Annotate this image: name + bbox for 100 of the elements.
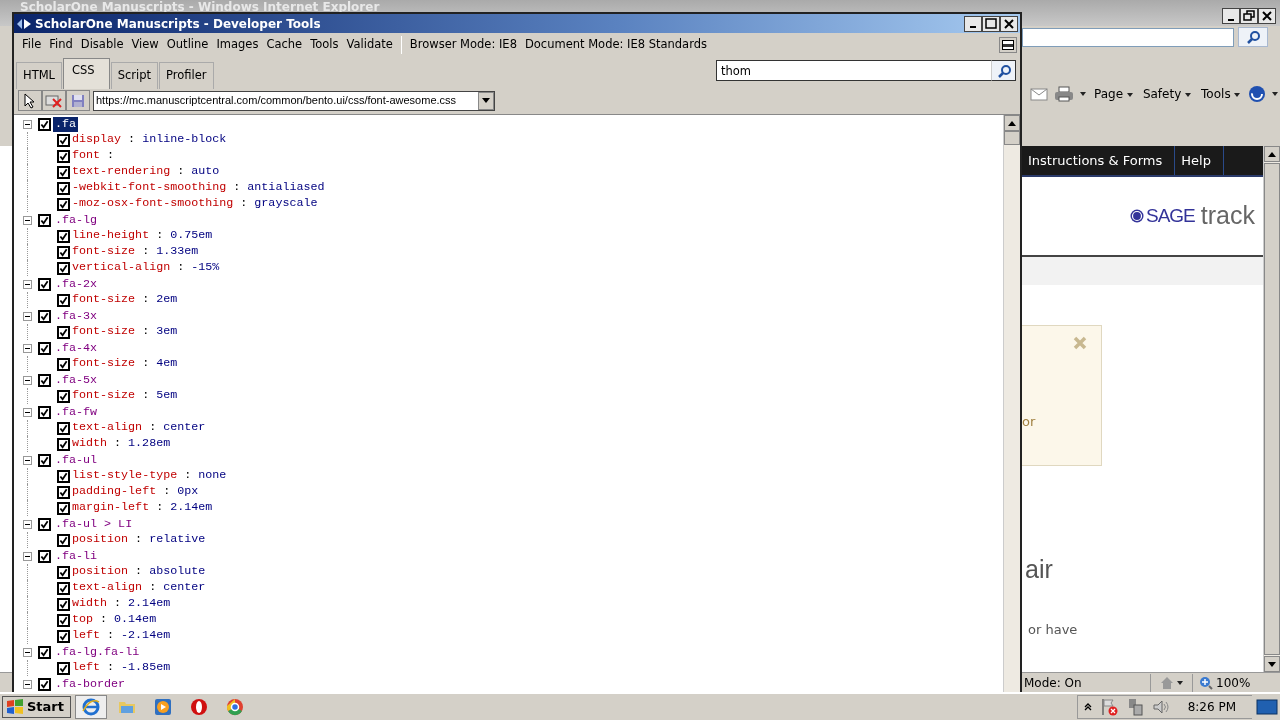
selector-text[interactable]: .fa-3x [53, 308, 100, 324]
property-value[interactable]: center [163, 579, 206, 597]
checkbox[interactable] [57, 149, 70, 163]
checkbox[interactable] [57, 597, 70, 611]
checkbox[interactable] [38, 549, 51, 563]
property-name[interactable]: text-rendering [72, 163, 171, 181]
property-name[interactable]: font-size [72, 291, 136, 309]
flag-icon[interactable] [1099, 698, 1118, 716]
property-name[interactable]: -webkit-font-smoothing [72, 179, 227, 197]
menu-button[interactable]: Page [1092, 85, 1135, 103]
checkbox[interactable] [57, 197, 70, 211]
property-value[interactable]: 1.28em [128, 435, 171, 453]
property-name[interactable]: -moz-osx-font-smoothing [72, 195, 234, 213]
property-name[interactable]: line-height [72, 227, 150, 245]
property-value[interactable]: 2em [156, 291, 178, 309]
menu-item[interactable]: File [18, 35, 46, 54]
checkbox[interactable] [38, 309, 51, 323]
minimize-button[interactable] [1222, 8, 1240, 24]
restore-button[interactable] [1240, 8, 1258, 24]
collapse-icon[interactable] [23, 679, 32, 689]
property-value[interactable]: 0px [177, 483, 199, 501]
property-value[interactable]: 5em [156, 387, 178, 405]
start-button[interactable]: Start [2, 696, 71, 718]
mail-icon[interactable] [1030, 87, 1048, 101]
property-value[interactable]: auto [191, 163, 220, 181]
collapse-icon[interactable] [23, 119, 32, 129]
checkbox[interactable] [57, 565, 70, 579]
scroll-up-icon[interactable] [1268, 151, 1276, 157]
property-name[interactable]: font-size [72, 323, 136, 341]
collapse-icon[interactable] [23, 343, 32, 353]
selector-text[interactable]: .fa-lg.fa-li [53, 644, 142, 660]
nav-link[interactable]: Help [1175, 146, 1224, 175]
property-name[interactable]: font-size [72, 243, 136, 261]
checkbox[interactable] [38, 277, 51, 291]
selector-text[interactable]: .fa-li [53, 548, 100, 564]
checkbox[interactable] [38, 645, 51, 659]
checkbox[interactable] [38, 517, 51, 531]
menu-item[interactable]: Outline [162, 35, 213, 54]
property-value[interactable]: 0.75em [170, 227, 213, 245]
collapse-icon[interactable] [23, 551, 32, 561]
checkbox[interactable] [57, 181, 70, 195]
close-button[interactable] [1258, 8, 1276, 24]
checkbox[interactable] [57, 293, 70, 307]
property-name[interactable]: position [72, 563, 129, 581]
property-name[interactable]: text-align [72, 579, 143, 597]
selector-text[interactable]: .fa-5x [53, 372, 100, 388]
checkbox[interactable] [57, 437, 70, 451]
collapse-icon[interactable] [23, 215, 32, 225]
property-value[interactable]: -15% [191, 259, 220, 277]
checkbox[interactable] [57, 533, 70, 547]
checkbox[interactable] [57, 421, 70, 435]
checkbox[interactable] [38, 213, 51, 227]
menu-item[interactable]: View [127, 35, 163, 54]
stylesheet-dropdown[interactable]: https://mc.manuscriptcentral.com/common/bento.ui/css/font-awesome.css [93, 90, 495, 111]
menu-item[interactable]: Cache [262, 35, 307, 54]
maximize-button[interactable] [982, 15, 1000, 32]
property-name[interactable]: font [72, 147, 101, 165]
minimize-button[interactable] [964, 15, 982, 32]
selector-text[interactable]: .fa-lg [53, 212, 100, 228]
zoom-button[interactable]: 100% [1192, 673, 1257, 692]
pin-button[interactable] [999, 36, 1018, 53]
speaker-icon[interactable] [1151, 698, 1170, 716]
property-name[interactable]: padding-left [72, 483, 157, 501]
scrollbar[interactable] [1003, 115, 1020, 692]
property-name[interactable]: width [72, 435, 108, 453]
select-element-button[interactable] [18, 90, 42, 111]
property-value[interactable]: -1.85em [121, 659, 171, 677]
checkbox[interactable] [57, 389, 70, 403]
checkbox[interactable] [57, 613, 70, 627]
checkbox[interactable] [38, 117, 51, 131]
scroll-up-icon[interactable] [1008, 120, 1016, 126]
checkbox[interactable] [38, 677, 51, 691]
property-value[interactable]: 0.14em [114, 611, 157, 629]
property-name[interactable]: font-size [72, 387, 136, 405]
collapse-icon[interactable] [23, 519, 32, 529]
checkbox[interactable] [57, 581, 70, 595]
browser-mode-menu[interactable]: Browser Mode: IE8 [405, 35, 521, 54]
checkbox[interactable] [57, 165, 70, 179]
menu-item[interactable]: Find [45, 35, 77, 54]
property-name[interactable]: left [72, 659, 101, 677]
checkbox[interactable] [57, 133, 70, 147]
selector-text[interactable]: .fa-4x [53, 340, 100, 356]
search-field[interactable] [1022, 27, 1234, 47]
checkbox[interactable] [57, 485, 70, 499]
search-button[interactable] [1238, 27, 1268, 47]
property-name[interactable]: position [72, 531, 129, 549]
menu-item[interactable]: Validate [342, 35, 397, 54]
caret-icon[interactable] [1272, 92, 1279, 96]
property-value[interactable]: -2.14em [121, 627, 171, 645]
selector-text[interactable]: .fa-2x [53, 276, 100, 292]
property-name[interactable]: display [72, 131, 122, 149]
close-button[interactable] [1000, 15, 1018, 32]
collapse-icon[interactable] [23, 407, 32, 417]
checkbox[interactable] [57, 469, 70, 483]
search-button[interactable] [991, 60, 1016, 81]
property-value[interactable]: 4em [156, 355, 178, 373]
menu-item[interactable]: Images [212, 35, 263, 54]
menu-button[interactable]: Tools [1199, 85, 1243, 103]
checkbox[interactable] [38, 453, 51, 467]
collapse-icon[interactable] [23, 375, 32, 385]
